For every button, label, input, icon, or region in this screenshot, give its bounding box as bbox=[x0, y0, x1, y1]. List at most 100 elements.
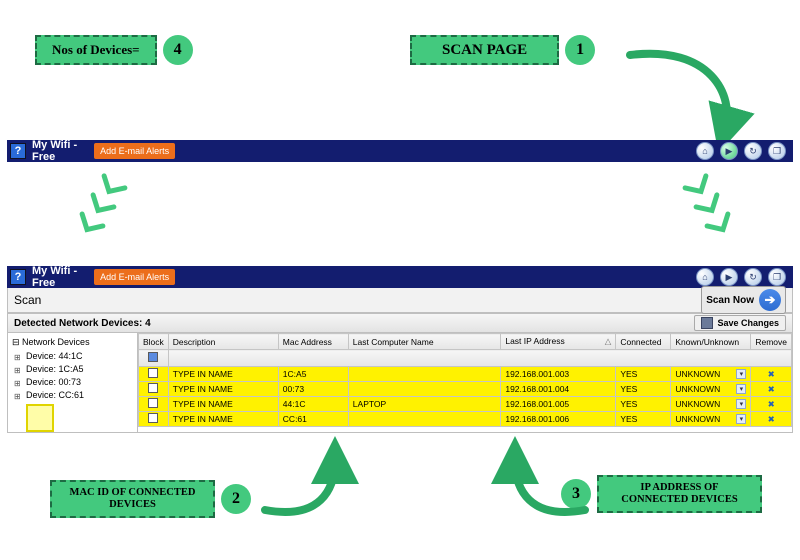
remove-button[interactable]: ✖ bbox=[751, 382, 792, 397]
tree-item[interactable]: Device: 1C:A5 bbox=[12, 363, 133, 376]
cell-computer bbox=[348, 367, 501, 382]
cell-mac: 44:1C bbox=[278, 397, 348, 412]
remove-button[interactable]: ✖ bbox=[751, 367, 792, 382]
arrow-mac bbox=[260, 450, 350, 520]
help-icon[interactable]: ? bbox=[10, 143, 26, 159]
save-changes-label: Save Changes bbox=[717, 318, 779, 328]
chevron-down-icon[interactable]: ▾ bbox=[736, 369, 746, 379]
cell-known[interactable]: UNKNOWN▾ bbox=[671, 397, 751, 412]
scan-panel: Scan Scan Now ➔ Detected Network Devices… bbox=[7, 288, 793, 468]
device-tree[interactable]: ⊟ Network Devices Device: 44:1C Device: … bbox=[8, 333, 138, 432]
cell-computer: LAPTOP bbox=[348, 397, 501, 412]
block-checkbox[interactable] bbox=[148, 368, 158, 378]
cell-mac: 1C:A5 bbox=[278, 367, 348, 382]
tree-highlight bbox=[26, 404, 54, 432]
floppy-icon bbox=[701, 317, 713, 329]
cell-known[interactable]: UNKNOWN▾ bbox=[671, 412, 751, 427]
cell-computer bbox=[348, 382, 501, 397]
table-row[interactable]: TYPE IN NAME00:73 192.168.001.004YESUNKNO… bbox=[139, 382, 792, 397]
cell-connected: YES bbox=[616, 397, 671, 412]
refresh-icon[interactable]: ↻ bbox=[744, 268, 762, 286]
cell-ip: 192.168.001.003 bbox=[501, 367, 616, 382]
cell-description[interactable]: TYPE IN NAME bbox=[168, 367, 278, 382]
tree-item[interactable]: Device: CC:61 bbox=[12, 389, 133, 402]
block-all-checkbox[interactable] bbox=[148, 352, 158, 362]
home-icon[interactable]: ⌂ bbox=[696, 142, 714, 160]
chevrons-right bbox=[681, 172, 739, 242]
cell-known[interactable]: UNKNOWN▾ bbox=[671, 367, 751, 382]
table-row[interactable]: TYPE IN NAME1C:A5 192.168.001.003YESUNKNO… bbox=[139, 367, 792, 382]
cell-ip: 192.168.001.005 bbox=[501, 397, 616, 412]
cell-known[interactable]: UNKNOWN▾ bbox=[671, 382, 751, 397]
col-ip[interactable]: Last IP Address △ bbox=[501, 334, 616, 350]
callout-scan-label: SCAN PAGE bbox=[410, 35, 559, 65]
chevrons-left bbox=[71, 172, 129, 242]
titlebar-1: ? Who's On My Wifi - Free Edition Add E-… bbox=[7, 140, 793, 162]
callout-scan-badge: 1 bbox=[565, 35, 595, 65]
callout-ip-label: IP ADDRESS OF CONNECTED DEVICES bbox=[597, 475, 762, 513]
table-row[interactable]: TYPE IN NAME44:1CLAPTOP192.168.001.005YE… bbox=[139, 397, 792, 412]
col-connected[interactable]: Connected bbox=[616, 334, 671, 350]
arrow-right-icon: ➔ bbox=[759, 289, 781, 311]
chevron-down-icon[interactable]: ▾ bbox=[736, 414, 746, 424]
remove-button[interactable]: ✖ bbox=[751, 397, 792, 412]
callout-devices-badge: 4 bbox=[163, 35, 193, 65]
cell-computer bbox=[348, 412, 501, 427]
col-computer[interactable]: Last Computer Name bbox=[348, 334, 501, 350]
tree-item[interactable]: Device: 44:1C bbox=[12, 350, 133, 363]
refresh-icon[interactable]: ↻ bbox=[744, 142, 762, 160]
play-icon[interactable]: ▶ bbox=[720, 142, 738, 160]
scan-now-label: Scan Now bbox=[706, 295, 754, 306]
cell-connected: YES bbox=[616, 367, 671, 382]
detected-count-label: Detected Network Devices: 4 bbox=[14, 318, 694, 329]
play-icon[interactable]: ▶ bbox=[720, 268, 738, 286]
col-remove[interactable]: Remove bbox=[751, 334, 792, 350]
cell-mac: 00:73 bbox=[278, 382, 348, 397]
tree-root-label: Network Devices bbox=[22, 337, 90, 347]
cell-description[interactable]: TYPE IN NAME bbox=[168, 412, 278, 427]
cell-description[interactable]: TYPE IN NAME bbox=[168, 382, 278, 397]
add-email-alerts-button[interactable]: Add E-mail Alerts bbox=[94, 143, 175, 159]
cell-ip: 192.168.001.006 bbox=[501, 412, 616, 427]
add-email-alerts-button[interactable]: Add E-mail Alerts bbox=[94, 269, 175, 285]
cell-description[interactable]: TYPE IN NAME bbox=[168, 397, 278, 412]
tree-item[interactable]: Device: 00:73 bbox=[12, 376, 133, 389]
help-icon[interactable]: ? bbox=[10, 269, 26, 285]
col-known[interactable]: Known/Unknown bbox=[671, 334, 751, 350]
table-row[interactable]: TYPE IN NAMECC:61 192.168.001.006YESUNKNO… bbox=[139, 412, 792, 427]
titlebar-2: ? Who's On My Wifi - Free Edition Add E-… bbox=[7, 266, 793, 288]
callout-devices-count: Nos of Devices= 4 bbox=[35, 35, 199, 65]
app-title: Who's On My Wifi - Free Edition bbox=[32, 127, 84, 175]
toolbar-buttons: ⌂ ▶ ↻ ❐ bbox=[696, 268, 786, 286]
home-icon[interactable]: ⌂ bbox=[696, 268, 714, 286]
device-grid: Block Description Mac Address Last Compu… bbox=[138, 333, 792, 432]
block-checkbox[interactable] bbox=[148, 383, 158, 393]
cell-mac: CC:61 bbox=[278, 412, 348, 427]
window-icon[interactable]: ❐ bbox=[768, 268, 786, 286]
cell-connected: YES bbox=[616, 412, 671, 427]
window-icon[interactable]: ❐ bbox=[768, 142, 786, 160]
scan-label: Scan bbox=[14, 293, 701, 307]
chevron-down-icon[interactable]: ▾ bbox=[736, 384, 746, 394]
cell-connected: YES bbox=[616, 382, 671, 397]
arrow-ip bbox=[500, 450, 590, 520]
callout-mac-badge: 2 bbox=[221, 484, 251, 514]
save-changes-button[interactable]: Save Changes bbox=[694, 315, 786, 331]
remove-button[interactable]: ✖ bbox=[751, 412, 792, 427]
callout-mac: MAC ID OF CONNECTED DEVICES 2 bbox=[50, 480, 257, 518]
callout-scan-page: SCAN PAGE 1 bbox=[410, 35, 601, 65]
arrow-scan-to-play bbox=[600, 50, 760, 150]
callout-mac-label: MAC ID OF CONNECTED DEVICES bbox=[50, 480, 215, 518]
chevron-down-icon[interactable]: ▾ bbox=[736, 399, 746, 409]
toolbar-buttons: ⌂ ▶ ↻ ❐ bbox=[696, 142, 786, 160]
block-checkbox[interactable] bbox=[148, 398, 158, 408]
col-description[interactable]: Description bbox=[168, 334, 278, 350]
scan-now-button[interactable]: Scan Now ➔ bbox=[701, 286, 786, 314]
block-checkbox[interactable] bbox=[148, 413, 158, 423]
col-mac[interactable]: Mac Address bbox=[278, 334, 348, 350]
detected-bar: Detected Network Devices: 4 Save Changes bbox=[7, 313, 793, 333]
cell-ip: 192.168.001.004 bbox=[501, 382, 616, 397]
col-block[interactable]: Block bbox=[139, 334, 169, 350]
grid-header-row: Block Description Mac Address Last Compu… bbox=[139, 334, 792, 350]
scan-toolbar: Scan Scan Now ➔ bbox=[7, 288, 793, 313]
